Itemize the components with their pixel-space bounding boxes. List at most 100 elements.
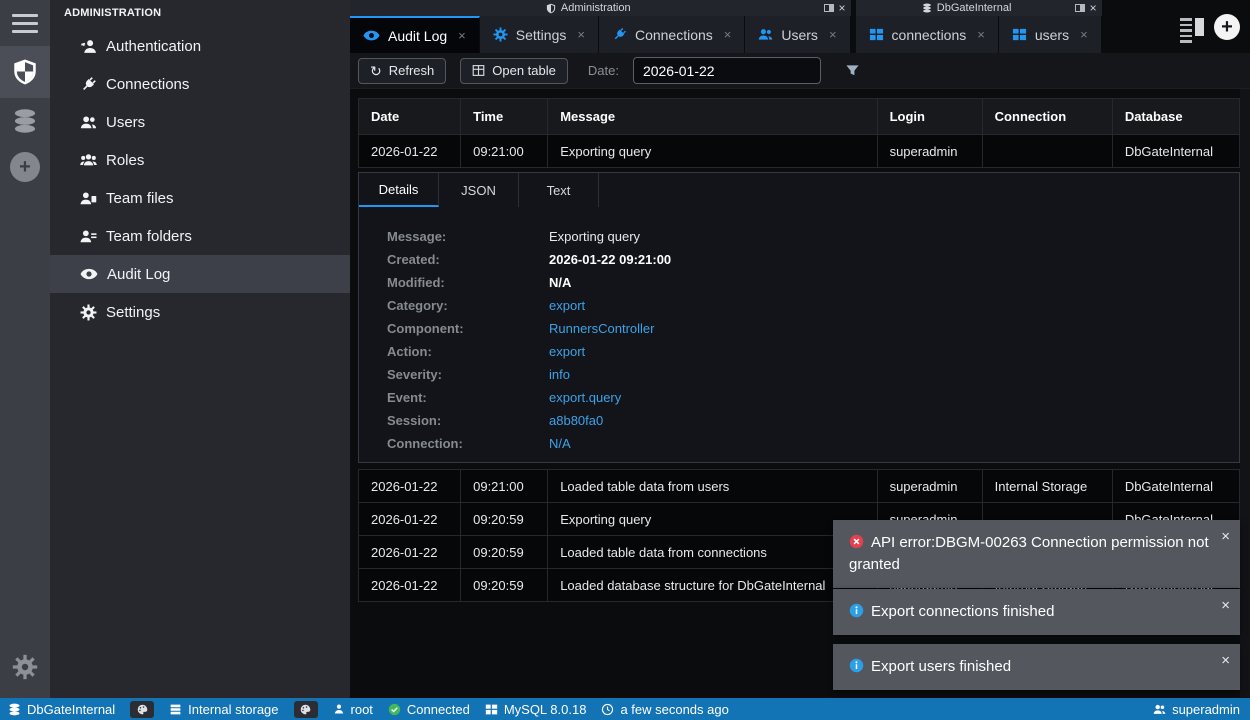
close-tab-icon[interactable]: × xyxy=(458,28,466,43)
field-value-link[interactable]: info xyxy=(549,367,570,382)
tab-group-title: Administration xyxy=(561,2,631,14)
cell-date: 2026-01-22 xyxy=(359,536,461,569)
tab-settings[interactable]: Settings × xyxy=(480,16,599,53)
sidebar-item-team-files[interactable]: Team files xyxy=(50,179,350,217)
column-header[interactable]: Message xyxy=(548,99,877,135)
refresh-label: Refresh xyxy=(389,63,435,78)
field-value-link[interactable]: a8b80fa0 xyxy=(549,413,603,428)
scrollbar[interactable] xyxy=(1240,89,1250,698)
left-icon-strip: + xyxy=(0,0,50,698)
toast-info-users[interactable]: × Export users finished xyxy=(833,644,1240,690)
palette-icon xyxy=(137,704,148,715)
tab-group-header: DbGateInternal × xyxy=(856,0,1102,16)
statusbar-storage[interactable]: Internal storage xyxy=(169,702,278,717)
audit-row[interactable]: 2026-01-22 09:21:00 Loaded table data fr… xyxy=(359,470,1240,503)
storage-color-button[interactable] xyxy=(294,701,318,718)
statusbar-refreshed: a few seconds ago xyxy=(601,702,728,717)
refresh-button[interactable]: ↻ Refresh xyxy=(358,58,446,84)
open-table-label: Open table xyxy=(492,63,556,78)
cell-time: 09:21:00 xyxy=(461,135,548,168)
column-header[interactable]: Connection xyxy=(982,99,1112,135)
field-value-link[interactable]: RunnersController xyxy=(549,321,655,336)
sidebar-item-connections[interactable]: Connections xyxy=(50,65,350,103)
cell-message: Loaded table data from users xyxy=(548,470,877,503)
database-icon xyxy=(8,703,21,716)
sidebar-item-team-folders[interactable]: Team folders xyxy=(50,217,350,255)
filter-icon[interactable] xyxy=(845,63,860,78)
statusbar-connected-label: Connected xyxy=(407,702,470,717)
close-tab-icon[interactable]: × xyxy=(829,27,837,42)
database-color-button[interactable] xyxy=(130,701,154,718)
databases-button[interactable] xyxy=(0,98,50,144)
tab-users[interactable]: Users × xyxy=(745,16,850,53)
close-group-icon[interactable]: × xyxy=(1090,2,1097,14)
field-value: Exporting query xyxy=(549,229,640,244)
close-icon[interactable]: × xyxy=(1221,650,1230,672)
audit-row-selected[interactable]: 2026-01-22 09:21:00 Exporting query supe… xyxy=(359,135,1240,168)
column-header[interactable]: Time xyxy=(461,99,548,135)
sidebar-item-authentication[interactable]: Authentication xyxy=(50,27,350,65)
statusbar-database[interactable]: DbGateInternal xyxy=(8,702,115,717)
admin-shield-button[interactable] xyxy=(0,46,50,98)
close-tab-icon[interactable]: × xyxy=(1080,27,1088,42)
split-tab-icon[interactable] xyxy=(1075,4,1085,12)
plug-icon xyxy=(612,27,627,42)
tab-audit-log[interactable]: Audit Log × xyxy=(350,16,480,53)
database-stack-icon xyxy=(12,108,38,134)
column-header[interactable]: Date xyxy=(359,99,461,135)
detail-fields: Message:Exporting query Created:2026-01-… xyxy=(359,207,1239,455)
sidebar-item-label: Settings xyxy=(106,304,160,321)
tab-connections[interactable]: Connections × xyxy=(599,16,745,53)
toast-text: API error:DBGM-00263 Connection permissi… xyxy=(849,534,1209,573)
date-input[interactable] xyxy=(633,57,821,84)
table-icon xyxy=(472,64,485,77)
sidebar-item-settings[interactable]: Settings xyxy=(50,293,350,331)
field-value-link[interactable]: export xyxy=(549,344,585,359)
close-tab-icon[interactable]: × xyxy=(977,27,985,42)
detail-tab-text[interactable]: Text xyxy=(519,173,599,207)
close-tab-icon[interactable]: × xyxy=(724,27,732,42)
statusbar-storage-label: Internal storage xyxy=(188,702,278,717)
tab-group-header: Administration × xyxy=(350,0,851,16)
sidebar-item-audit-log[interactable]: Audit Log xyxy=(50,255,350,293)
detail-tab-details[interactable]: Details xyxy=(359,173,439,207)
toast-error[interactable]: × API error:DBGM-00263 Connection permis… xyxy=(833,520,1240,588)
column-header[interactable]: Database xyxy=(1112,99,1239,135)
sidebar-item-roles[interactable]: Roles xyxy=(50,141,350,179)
field-value: 2026-01-22 09:21:00 xyxy=(549,252,671,267)
detail-tab-json[interactable]: JSON xyxy=(439,173,519,207)
sidebar-item-label: Authentication xyxy=(106,38,201,55)
field-value-link[interactable]: N/A xyxy=(549,436,571,451)
table-icon xyxy=(1012,27,1027,42)
tab-group-title: DbGateInternal xyxy=(937,2,1012,14)
new-tab-button[interactable]: + xyxy=(1214,14,1240,40)
close-icon[interactable]: × xyxy=(1221,526,1230,548)
close-icon[interactable]: × xyxy=(1221,595,1230,617)
add-connection-button[interactable]: + xyxy=(0,144,50,190)
settings-strip-button[interactable] xyxy=(0,644,50,690)
close-tab-icon[interactable]: × xyxy=(577,27,585,42)
column-header[interactable]: Login xyxy=(877,99,982,135)
sidebar-item-users[interactable]: Users xyxy=(50,103,350,141)
open-table-button[interactable]: Open table xyxy=(460,58,568,84)
shield-icon xyxy=(12,58,38,86)
toolbar: ↻ Refresh Open table Date: xyxy=(350,53,1250,89)
detail-tabs: Details JSON Text xyxy=(359,173,1239,207)
cell-date: 2026-01-22 xyxy=(359,135,461,168)
widget-list-icon[interactable] xyxy=(1180,17,1204,37)
plus-circle-icon: + xyxy=(10,152,40,182)
field-value-link[interactable]: export.query xyxy=(549,390,621,405)
team-files-icon xyxy=(80,190,97,207)
toast-info-connections[interactable]: × Export connections finished xyxy=(833,589,1240,635)
tab-table-users[interactable]: users × xyxy=(999,16,1102,53)
statusbar-database-label: DbGateInternal xyxy=(27,702,115,717)
menu-button[interactable] xyxy=(0,0,50,46)
tab-table-connections[interactable]: connections × xyxy=(856,16,999,53)
info-icon xyxy=(849,603,864,618)
panel-title: ADMINISTRATION xyxy=(50,5,350,27)
field-value-link[interactable]: export xyxy=(549,298,585,313)
split-tab-icon[interactable] xyxy=(824,4,834,12)
close-group-icon[interactable]: × xyxy=(839,2,846,14)
hamburger-icon xyxy=(12,14,38,33)
cell-time: 09:20:59 xyxy=(461,536,548,569)
